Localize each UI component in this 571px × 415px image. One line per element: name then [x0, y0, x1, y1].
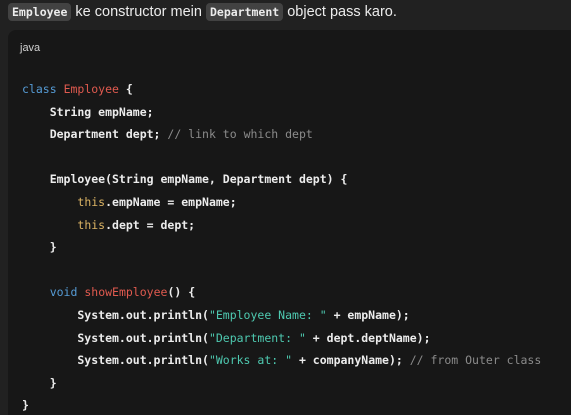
code-token: .dept = dept;: [105, 217, 196, 232]
code-language-label: java: [20, 42, 41, 54]
code-string: "Employee Name: ": [208, 307, 327, 322]
code-string: "Works at: ": [208, 353, 293, 368]
code-token: System.out.println(: [22, 353, 209, 368]
code-token: () {: [167, 285, 196, 300]
code-content: class Employee { String empName; Departm…: [22, 78, 541, 415]
intro-text-1: ke constructor mein: [71, 4, 206, 20]
code-token: }: [22, 240, 57, 255]
code-token: }: [22, 375, 57, 390]
code-token: {: [118, 82, 133, 96]
inline-code-employee: Employee: [8, 3, 72, 21]
code-keyword-this: this: [77, 194, 106, 209]
code-keyword-this: this: [77, 217, 106, 232]
code-keyword: void: [49, 285, 78, 300]
code-token: Employee: [63, 82, 119, 96]
code-comment: // from Outer class: [409, 353, 542, 368]
code-token: class: [22, 82, 57, 96]
code-token: + dept.deptName);: [305, 330, 431, 345]
code-token: System.out.println(: [22, 307, 209, 322]
code-token: + companyName);: [292, 353, 410, 368]
code-comment: // link to which dept: [167, 127, 313, 142]
code-token: Employee(String empName, Department dept…: [22, 172, 348, 187]
code-block: java class Employee { String empName; De…: [8, 30, 571, 415]
code-token: Department dept;: [22, 127, 168, 142]
code-token: String empName;: [22, 104, 154, 119]
code-method-name: showEmployee: [84, 285, 168, 300]
inline-code-department: Department: [205, 3, 284, 21]
code-string: "Department: ": [208, 330, 306, 345]
intro-text-2: object pass karo.: [283, 4, 397, 20]
code-token: System.out.println(: [22, 330, 209, 345]
intro-text: Employee ke constructor mein Department …: [8, 2, 397, 22]
code-token: }: [22, 398, 29, 413]
code-token: + empName);: [326, 307, 410, 322]
code-token: .empName = empName;: [105, 194, 237, 209]
